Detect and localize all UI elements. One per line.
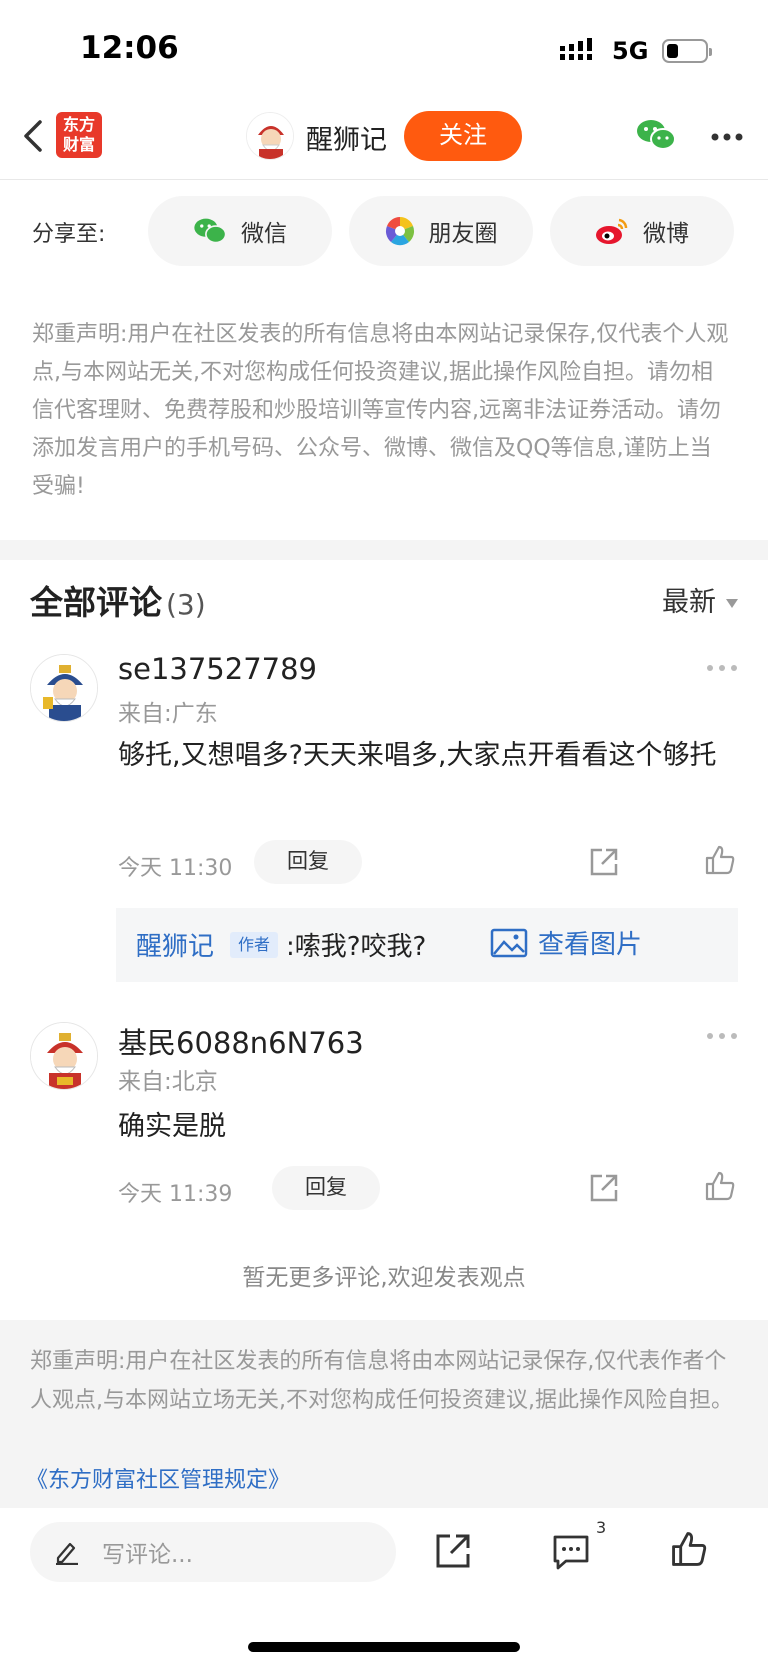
share-moments-label: 朋友圈 [428,221,498,247]
comment-time: 今天 11:30 [118,856,233,881]
status-bar: 12:06 5G [0,0,768,100]
share-weibo-label: 微博 [643,221,689,247]
share-label: 分享至: [32,222,106,247]
comment-input[interactable]: 写评论... [30,1522,396,1582]
comment-text: 够托,又想唱多?天天来唱多,大家点开看看这个够托 [118,740,717,771]
comment-username[interactable]: se137527789 [118,652,317,686]
reply-button[interactable]: 回复 [254,840,362,884]
sort-dropdown[interactable]: 最新 [662,580,738,619]
thumbs-up-icon[interactable] [704,844,736,876]
author-reply-text: :嗦我?咬我? [286,932,427,962]
share-wechat-label: 微信 [241,221,287,247]
wechat-icon [194,218,227,244]
community-rules-link[interactable]: 《东方财富社区管理规定》 [26,1462,290,1494]
comment-input-placeholder: 写评论... [102,1542,193,1568]
footer-disclaimer-section: 郑重声明:用户在社区发表的所有信息将由本网站记录保存,仅代表作者个人观点,与本网… [0,1320,768,1508]
moments-icon [385,217,414,246]
comment-count-badge: 3 [596,1518,607,1537]
comment-username[interactable]: 基民6088n6N763 [118,1020,364,1062]
author-name[interactable]: 醒狮记 [306,118,387,157]
more-horizontal-icon[interactable] [710,132,744,142]
share-row: 分享至: 微信 朋友圈 微博 [0,196,768,266]
share-icon[interactable] [588,1172,620,1204]
eastmoney-logo[interactable]: 东方 财富 [56,112,102,158]
disclaimer-top: 郑重声明:用户在社区发表的所有信息将由本网站记录保存,仅代表个人观点,与本网站无… [32,322,729,499]
user-avatar[interactable] [30,654,98,722]
author-avatar[interactable] [246,112,294,160]
comment-location: 来自:广东 [118,701,218,727]
no-more-comments: 暂无更多评论,欢迎发表观点 [242,1265,526,1291]
pencil-icon [56,1542,78,1565]
caret-down-icon [726,599,738,608]
follow-button[interactable]: 关注 [404,111,522,161]
comment-more-icon[interactable] [706,1032,738,1040]
top-navigation: 东方 财富 醒狮记 关注 [0,100,768,180]
blue-mascot-avatar-icon [31,655,97,721]
status-time: 12:06 [80,30,179,66]
red-mascot-avatar-icon [31,1023,97,1089]
share-icon[interactable] [434,1532,472,1570]
author-reply: 醒狮记 作者 :嗦我?咬我? 查看图片 [116,908,738,982]
sort-label: 最新 [662,587,716,618]
share-moments-button[interactable]: 朋友圈 [349,196,533,266]
comments-title: 全部评论 [30,583,162,622]
comments-header: 全部评论 (3) 最新 [30,576,738,622]
author-reply-name[interactable]: 醒狮记 [136,926,214,963]
home-indicator [248,1642,520,1652]
back-chevron-icon[interactable] [16,116,56,156]
comment-time: 今天 11:39 [118,1182,233,1207]
view-image-link[interactable]: 查看图片 [490,924,642,961]
comment-icon[interactable] [552,1534,590,1570]
wechat-icon[interactable] [636,118,676,152]
thumbs-up-icon[interactable] [670,1530,708,1568]
comment-more-icon[interactable] [706,664,738,672]
section-divider [0,540,768,560]
network-type: 5G [612,37,649,65]
logo-text-bottom: 财富 [62,135,95,154]
share-wechat-button[interactable]: 微信 [148,196,332,266]
disclaimer-bottom: 郑重声明:用户在社区发表的所有信息将由本网站记录保存,仅代表作者个人观点,与本网… [30,1349,733,1413]
share-weibo-button[interactable]: 微博 [550,196,734,266]
view-image-label: 查看图片 [538,930,643,960]
battery-icon [662,39,712,63]
share-icon[interactable] [588,846,620,878]
weibo-icon [596,218,628,244]
signal-icon [560,38,592,60]
logo-text-top: 东方 [62,115,95,134]
author-badge: 作者 [230,932,279,958]
user-avatar[interactable] [30,1022,98,1090]
comment-text: 确实是脱 [118,1111,226,1142]
reply-button[interactable]: 回复 [272,1166,380,1210]
thumbs-up-icon[interactable] [704,1170,736,1202]
image-icon [490,928,528,957]
comment-location: 来自:北京 [118,1069,218,1095]
comments-count: (3) [166,588,206,621]
mascot-avatar-icon [247,113,293,159]
bottom-action-bar: 写评论... 3 [0,1508,768,1663]
